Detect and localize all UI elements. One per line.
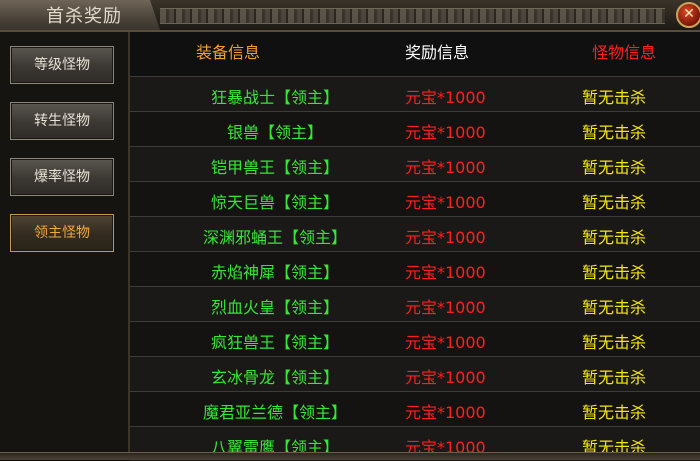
table-row: 深渊邪蛹王【领主】 元宝*1000 暂无击杀	[130, 216, 700, 251]
monster-name: 玄冰骨龙【领主】	[210, 368, 339, 387]
kill-status: 暂无击杀	[582, 333, 647, 352]
sidebar-item-level-monsters[interactable]: 等级怪物	[10, 46, 114, 84]
table-row: 铠甲兽王【领主】 元宝*1000 暂无击杀	[130, 146, 700, 181]
sidebar-item-rebirth-monsters[interactable]: 转生怪物	[10, 102, 114, 140]
column-header-reward: 奖励信息	[405, 43, 470, 62]
reward-text: 元宝*1000	[405, 228, 486, 247]
kill-status: 暂无击杀	[582, 403, 647, 422]
kill-status: 暂无击杀	[582, 368, 647, 387]
kill-status: 暂无击杀	[582, 263, 647, 282]
monster-name: 狂暴战士【领主】	[210, 88, 339, 107]
monster-name: 惊天巨兽【领主】	[210, 193, 339, 212]
title-bar: 首杀奖励 ✕	[0, 0, 700, 32]
table-row: 烈血火皇【领主】 元宝*1000 暂无击杀	[130, 286, 700, 321]
window-title: 首杀奖励	[46, 6, 122, 27]
close-icon[interactable]: ✕	[676, 2, 700, 28]
monster-name: 铠甲兽王【领主】	[210, 158, 339, 177]
reward-text: 元宝*1000	[405, 298, 486, 317]
first-kill-reward-window: 首杀奖励 ✕ 等级怪物 转生怪物 爆率怪物 领主怪物 装备信息 奖励信息 怪物信…	[0, 0, 700, 461]
reward-text: 元宝*1000	[405, 123, 486, 142]
table-row: 玄冰骨龙【领主】 元宝*1000 暂无击杀	[130, 356, 700, 391]
title-ornament	[160, 8, 665, 24]
reward-text: 元宝*1000	[405, 263, 486, 282]
table-row: 惊天巨兽【领主】 元宝*1000 暂无击杀	[130, 181, 700, 216]
kill-status: 暂无击杀	[582, 88, 647, 107]
kill-status: 暂无击杀	[582, 193, 647, 212]
category-sidebar: 等级怪物 转生怪物 爆率怪物 领主怪物	[0, 32, 130, 459]
table-row: 赤焰神犀【领主】 元宝*1000 暂无击杀	[130, 251, 700, 286]
table-row: 狂暴战士【领主】 元宝*1000 暂无击杀	[130, 76, 700, 111]
column-header-monster: 怪物信息	[592, 43, 657, 62]
monster-name: 赤焰神犀【领主】	[210, 263, 339, 282]
reward-table: 装备信息 奖励信息 怪物信息 狂暴战士【领主】 元宝*1000 暂无击杀 银兽【…	[130, 32, 700, 461]
kill-status: 暂无击杀	[582, 158, 647, 177]
monster-name: 深渊邪蛹王【领主】	[202, 228, 347, 247]
kill-status: 暂无击杀	[582, 298, 647, 317]
table-row: 疯狂兽王【领主】 元宝*1000 暂无击杀	[130, 321, 700, 356]
reward-text: 元宝*1000	[405, 403, 486, 422]
table-row: 银兽【领主】 元宝*1000 暂无击杀	[130, 111, 700, 146]
reward-text: 元宝*1000	[405, 88, 486, 107]
sidebar-item-droprate-monsters[interactable]: 爆率怪物	[10, 158, 114, 196]
reward-text: 元宝*1000	[405, 368, 486, 387]
reward-text: 元宝*1000	[405, 158, 486, 177]
monster-name: 烈血火皇【领主】	[210, 298, 339, 317]
monster-name: 银兽【领主】	[226, 123, 323, 142]
kill-status: 暂无击杀	[582, 123, 647, 142]
reward-text: 元宝*1000	[405, 333, 486, 352]
kill-status: 暂无击杀	[582, 228, 647, 247]
monster-name: 疯狂兽王【领主】	[210, 333, 339, 352]
column-header-equipment: 装备信息	[196, 43, 261, 62]
monster-name: 魔君亚兰德【领主】	[202, 403, 347, 422]
reward-text: 元宝*1000	[405, 193, 486, 212]
table-body: 狂暴战士【领主】 元宝*1000 暂无击杀 银兽【领主】 元宝*1000 暂无击…	[130, 76, 700, 461]
table-row: 魔君亚兰德【领主】 元宝*1000 暂无击杀	[130, 391, 700, 426]
sidebar-item-lord-monsters[interactable]: 领主怪物	[10, 214, 114, 252]
